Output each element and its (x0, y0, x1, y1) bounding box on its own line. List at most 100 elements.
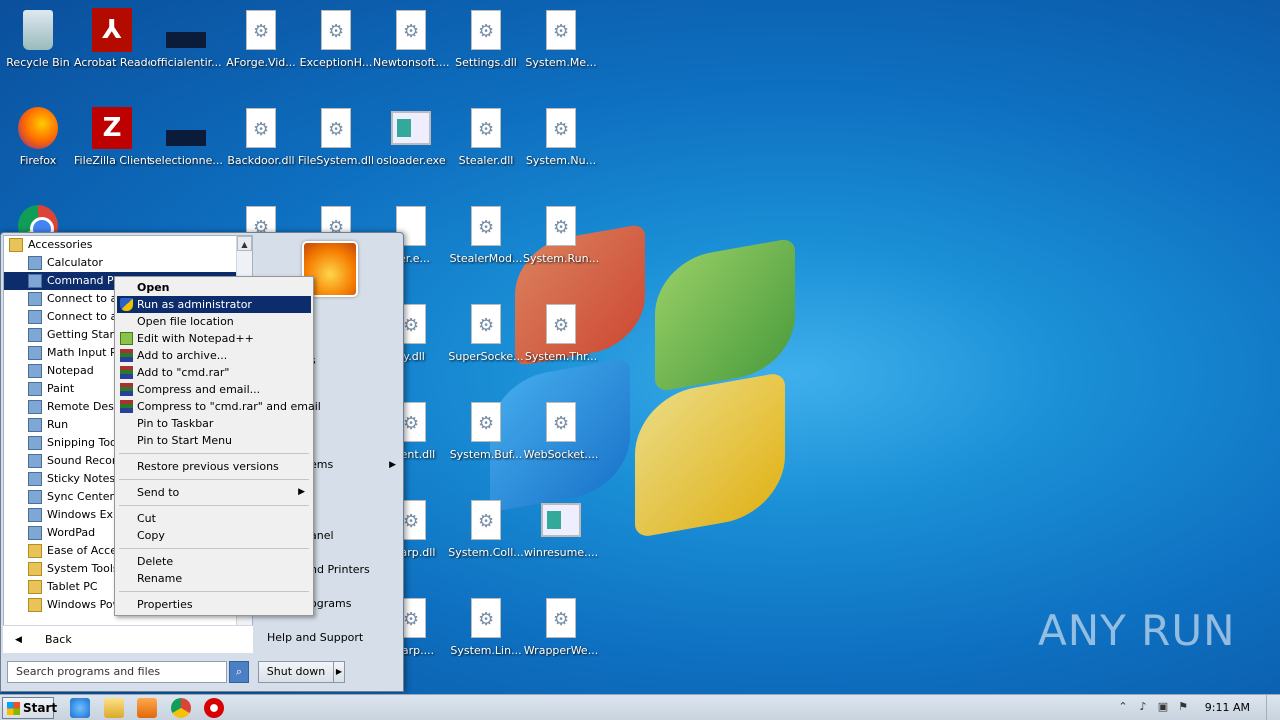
filezilla-icon: Z (92, 107, 132, 149)
program-label: Sync Center (47, 490, 115, 503)
back-arrow-icon: ◀ (15, 635, 22, 645)
logo-green-pane (655, 237, 795, 393)
program-label: Sticky Notes (47, 472, 116, 485)
program-item[interactable]: Accessories (4, 236, 252, 254)
context-menu-item[interactable]: Cut (117, 510, 311, 527)
desktop-icon[interactable]: winresume.... (523, 498, 599, 559)
desktop-icon[interactable]: Z FileZilla Client (74, 106, 150, 167)
start-button[interactable]: Start (2, 697, 57, 719)
desktop-icon[interactable]: osloader.exe (373, 106, 449, 167)
context-menu-label: Run as administrator (137, 298, 252, 311)
show-hidden-icons-icon[interactable]: ⌃ (1116, 700, 1130, 714)
desktop-icon-label: selectionne... (149, 154, 223, 167)
back-button[interactable]: ◀ Back (3, 625, 253, 653)
desktop-icon-label: System.Coll... (448, 546, 524, 559)
recycle-bin-icon (23, 10, 53, 50)
desktop-icon[interactable]: officialentir... (148, 8, 224, 69)
desktop-icon[interactable]: StealerMod... (448, 204, 524, 265)
menu-separator (119, 453, 309, 454)
network-icon[interactable]: ▣ (1156, 700, 1170, 714)
context-menu-item[interactable]: Delete (117, 553, 311, 570)
context-menu-item[interactable]: Compress to "cmd.rar" and email (117, 398, 321, 415)
context-menu-item[interactable]: Open (117, 279, 311, 296)
desktop-icon[interactable]: selectionne... (148, 106, 224, 167)
desktop-icon[interactable]: WebSocket.... (523, 400, 599, 461)
shutdown-options-icon[interactable]: ▶ (333, 661, 345, 683)
context-menu-item[interactable]: Restore previous versions (117, 458, 311, 475)
opera-icon[interactable] (204, 698, 224, 718)
context-menu-item[interactable]: Pin to Taskbar (117, 415, 311, 432)
context-menu-item[interactable]: Run as administrator (117, 296, 311, 313)
volume-icon[interactable]: ♪ (1136, 700, 1150, 714)
context-menu-item[interactable]: Add to "cmd.rar" (117, 364, 311, 381)
context-menu-label: Edit with Notepad++ (137, 332, 254, 345)
context-menu-item[interactable]: Pin to Start Menu (117, 432, 311, 449)
desktop-icon[interactable]: System.Lin... (448, 596, 524, 657)
program-icon (28, 472, 42, 486)
dll-icon (471, 304, 501, 344)
show-desktop-button[interactable] (1266, 695, 1280, 720)
program-icon (28, 454, 42, 468)
desktop-icon[interactable]: Recycle Bin (0, 8, 76, 69)
menu-separator (119, 505, 309, 506)
media-player-icon[interactable] (137, 698, 157, 718)
desktop-icon[interactable]: Stealer.dll (448, 106, 524, 167)
context-menu-item[interactable]: Copy (117, 527, 311, 544)
ie-icon[interactable] (70, 698, 90, 718)
program-icon (28, 400, 42, 414)
desktop-icon[interactable]: Firefox (0, 106, 76, 167)
chrome-icon[interactable] (171, 698, 191, 718)
desktop-icon-label: winresume.... (523, 546, 599, 559)
menu-separator (119, 548, 309, 549)
search-input[interactable]: Search programs and files (7, 661, 227, 683)
desktop-icon-label: Recycle Bin (6, 56, 70, 69)
dll-icon (471, 500, 501, 540)
menu-separator (119, 591, 309, 592)
scroll-up-arrow-icon[interactable]: ▲ (237, 236, 252, 251)
dll-icon (546, 304, 576, 344)
context-menu-item[interactable]: Properties (117, 596, 311, 613)
desktop-icon[interactable]: Settings.dll (448, 8, 524, 69)
context-menu-item[interactable]: Open file location (117, 313, 311, 330)
desktop-icon[interactable]: System.Coll... (448, 498, 524, 559)
desktop-icon[interactable]: AForge.Vid... (223, 8, 299, 69)
desktop-icon[interactable]: Newtonsoft.... (373, 8, 449, 69)
desktop-icon[interactable]: ⅄ Acrobat Reader DC (74, 8, 150, 69)
search-icon[interactable]: ⌕ (229, 661, 249, 683)
shutdown-button[interactable]: Shut down (258, 661, 334, 683)
desktop-icon[interactable]: System.Me... (523, 8, 599, 69)
desktop-icon[interactable]: System.Nu... (523, 106, 599, 167)
program-item[interactable]: Calculator (4, 254, 252, 272)
desktop-icon[interactable]: FileSystem.dll (298, 106, 374, 167)
desktop-icon[interactable]: ExceptionH... (298, 8, 374, 69)
desktop-icon[interactable]: Backdoor.dll (223, 106, 299, 167)
action-center-flag-icon[interactable]: ⚑ (1176, 700, 1190, 714)
context-menu-item[interactable]: Send to ▶ (117, 484, 311, 501)
context-menu-item[interactable]: Edit with Notepad++ (117, 330, 311, 347)
context-menu-label: Rename (137, 572, 183, 585)
context-menu-item[interactable]: Add to archive... (117, 347, 311, 364)
start-right-item[interactable]: Help and Support (254, 628, 404, 648)
desktop-icon[interactable]: WrapperWe... (523, 596, 599, 657)
program-label: WordPad (47, 526, 96, 539)
desktop-icon-label: WebSocket.... (523, 448, 599, 461)
clock[interactable]: 9:11 AM (1205, 695, 1250, 720)
program-label: Calculator (47, 256, 103, 269)
context-menu-item[interactable]: Compress and email... (117, 381, 311, 398)
desktop-icon-label: Backdoor.dll (227, 154, 295, 167)
dll-icon (546, 402, 576, 442)
desktop-icon[interactable]: System.Buf... (448, 400, 524, 461)
dll-icon (471, 402, 501, 442)
dll-icon (546, 108, 576, 148)
explorer-icon[interactable] (104, 698, 124, 718)
desktop-icon[interactable]: System.Run... (523, 204, 599, 265)
program-icon (28, 490, 42, 504)
context-menu-label: Add to "cmd.rar" (137, 366, 230, 379)
context-menu-item[interactable]: Rename (117, 570, 311, 587)
program-label: Run (47, 418, 69, 431)
desktop-icon[interactable]: SuperSocke... (448, 302, 524, 363)
exe-icon (391, 111, 431, 145)
start-right-item-label: Help and Support (267, 631, 364, 644)
desktop-icon-label: ExceptionH... (299, 56, 373, 69)
desktop-icon[interactable]: System.Thr... (523, 302, 599, 363)
